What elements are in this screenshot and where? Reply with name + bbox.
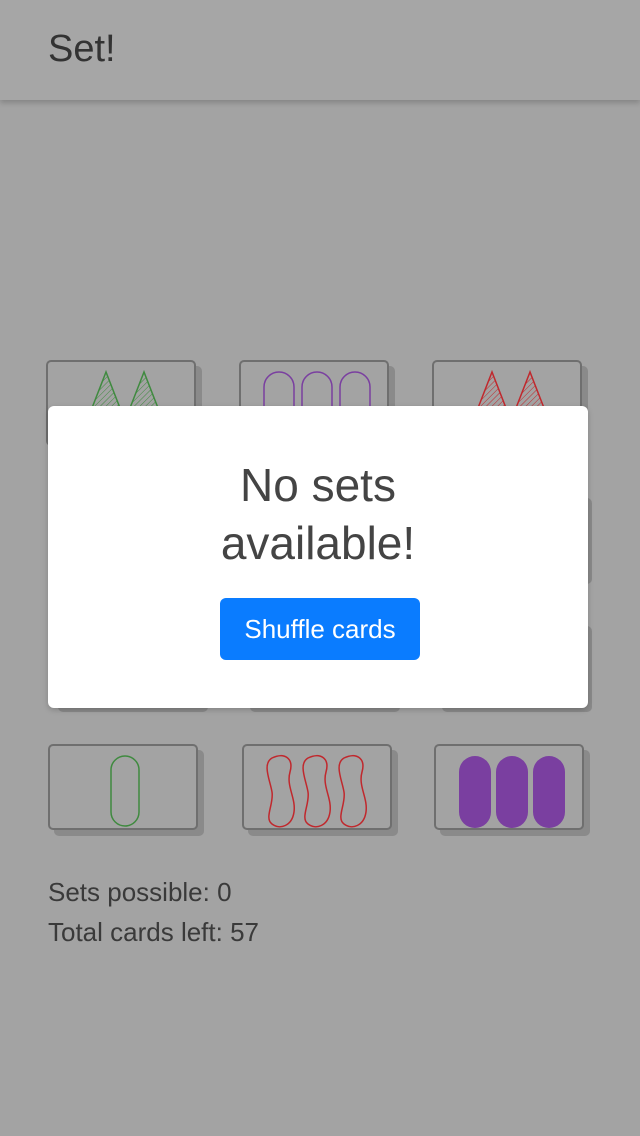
dialog-message: No sets available! (48, 456, 588, 572)
app-bar: Set! (0, 0, 640, 100)
squiggle-symbols-icon (266, 754, 367, 828)
sets-possible-text: Sets possible: 0 (48, 877, 232, 907)
game-stats: Sets possible: 0 Total cards left: 57 (48, 872, 259, 952)
cards-left-text: Total cards left: 57 (48, 917, 259, 947)
oval-symbol-icon (110, 755, 140, 827)
card-10[interactable] (48, 744, 198, 830)
shuffle-cards-button[interactable]: Shuffle cards (220, 598, 420, 660)
app-title: Set! (48, 28, 116, 70)
card-11[interactable] (242, 744, 392, 830)
card-12[interactable] (434, 744, 584, 830)
dialog-message-line-1: No sets (240, 459, 396, 511)
no-sets-dialog: No sets available! Shuffle cards (48, 406, 588, 708)
dialog-message-line-2: available! (220, 517, 416, 569)
oval-symbols-icon (459, 756, 565, 828)
